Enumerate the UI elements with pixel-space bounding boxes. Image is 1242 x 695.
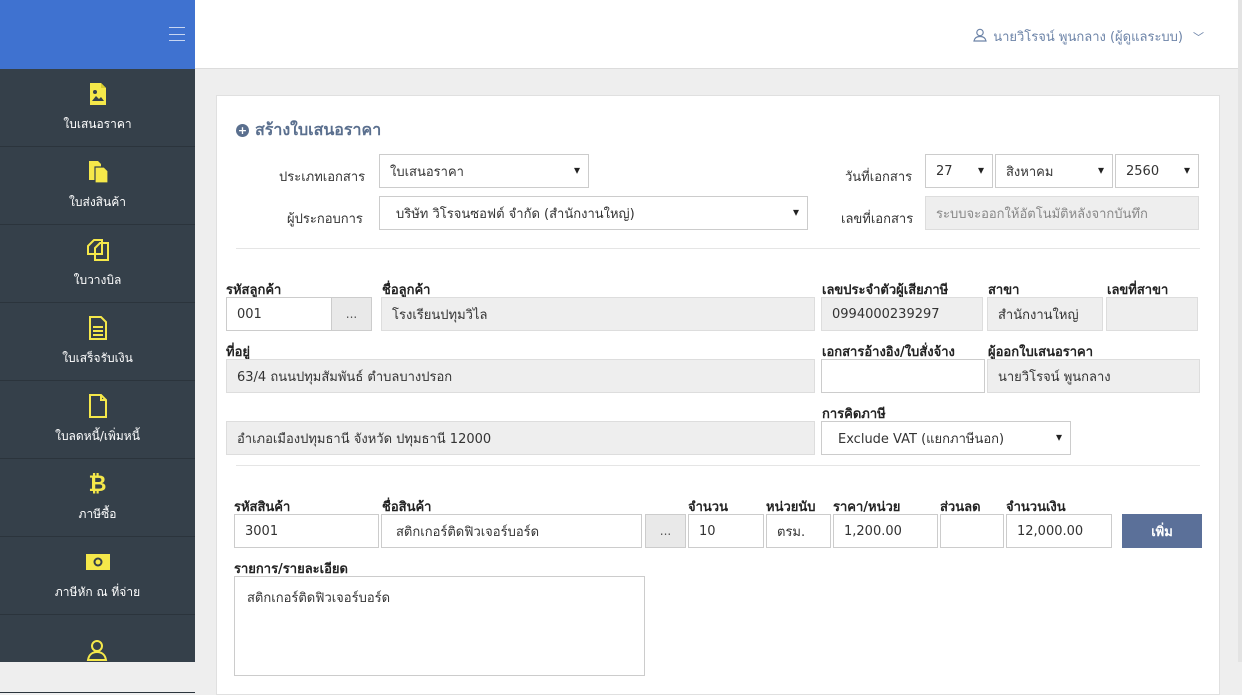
customer-name-value: โรงเรียนปทุมวิไล — [392, 307, 488, 323]
item-code-value: 3001 — [245, 523, 279, 539]
operator-value: บริษัท วิโรจนซอฟต์ จำกัด (สำนักงานใหญ่) — [396, 206, 635, 222]
sidebar-item-debit-credit[interactable]: ใบลดหนี้/เพิ่มหนี้ — [0, 381, 195, 459]
page-scrollbar[interactable] — [1238, 0, 1242, 662]
doc-year-select[interactable]: 2560 — [1115, 154, 1199, 188]
add-item-button[interactable]: เพิ่ม — [1122, 514, 1202, 548]
brand-bar — [0, 0, 195, 69]
issuer-value: นายวิโรจน์ พูนกลาง — [998, 369, 1111, 385]
sidebar-item-label: ภาษีซื้อ — [78, 507, 117, 521]
price-value: 1,200.00 — [844, 523, 902, 539]
user-icon — [973, 28, 987, 46]
sidebar-item-label: ใบลดหนี้/เพิ่มหนี้ — [55, 429, 140, 443]
address-line2-value: อำเภอเมืองปทุมธานี จังหวัด ปทุมธานี 1200… — [237, 431, 492, 447]
doc-date-label: วันที่เอกสาร — [845, 170, 913, 185]
operator-label: ผู้ประกอบการ — [287, 212, 363, 227]
doc-no-label: เลขที่เอกสาร — [841, 212, 914, 227]
amount-input[interactable]: 12,000.00 — [1006, 514, 1112, 548]
doc-no-field: ระบบจะออกให้อัตโนมัติหลังจากบันทึก — [925, 196, 1199, 230]
sidebar-item-label: ใบเสร็จรับเงิน — [62, 351, 133, 365]
qty-value: 10 — [699, 523, 716, 539]
customer-name-field: โรงเรียนปทุมวิไล — [381, 297, 815, 331]
copy-icon — [85, 237, 111, 263]
customer-code-input[interactable]: 001 — [226, 297, 332, 331]
documents-icon — [85, 159, 111, 185]
doc-day-select[interactable]: 27 — [925, 154, 993, 188]
sidebar-item-label: ใบเสนอราคา — [63, 117, 132, 131]
tax-calc-value: Exclude VAT (แยกภาษีนอก) — [838, 431, 1005, 447]
operator-select[interactable]: บริษัท วิโรจนซอฟต์ จำกัด (สำนักงานใหญ่) — [379, 196, 808, 230]
address-line1-value: 63/4 ถนนปทุมสัมพันธ์ ตำบลบางปรอก — [237, 369, 453, 385]
page-title: + สร้างใบเสนอราคา — [236, 118, 381, 143]
doc-no-placeholder: ระบบจะออกให้อัตโนมัติหลังจากบันทึก — [936, 206, 1148, 222]
dots-label: ... — [659, 524, 672, 538]
discount-input[interactable] — [940, 514, 1004, 548]
doc-type-label: ประเภทเอกสาร — [279, 170, 366, 185]
sidebar: ใบเสนอราคา ใบส่งสินค้า ใบวางบิล ใบเสร็จร… — [0, 0, 195, 693]
image-document-icon — [85, 81, 111, 107]
unit-value: ตรม. — [777, 524, 806, 540]
doc-year-value: 2560 — [1126, 163, 1160, 179]
doc-day-value: 27 — [936, 163, 953, 179]
sidebar-item-users[interactable] — [0, 615, 195, 693]
sidebar-item-receipt[interactable]: ใบเสร็จรับเงิน — [0, 303, 195, 381]
ref-doc-input[interactable] — [821, 359, 985, 393]
quotation-form-panel: + สร้างใบเสนอราคา ประเภทเอกสาร ใบเสนอราค… — [216, 95, 1220, 695]
address-line1-field: 63/4 ถนนปทุมสัมพันธ์ ตำบลบางปรอก — [226, 359, 815, 393]
doc-type-select[interactable]: ใบเสนอราคา — [379, 154, 589, 188]
divider — [236, 465, 1200, 466]
item-name-value: สติกเกอร์ติดฟิวเจอร์บอร์ด — [396, 524, 540, 540]
customer-code-value: 001 — [237, 306, 262, 322]
doc-month-value: สิงหาคม — [1006, 164, 1054, 180]
users-icon — [85, 637, 111, 663]
unit-input[interactable]: ตรม. — [766, 514, 831, 548]
price-input[interactable]: 1,200.00 — [833, 514, 938, 548]
issuer-field: นายวิโรจน์ พูนกลาง — [987, 359, 1200, 393]
user-menu[interactable]: นายวิโรจน์ พูนกลาง (ผู้ดูแลระบบ) ﹀ — [973, 26, 1204, 47]
divider — [236, 248, 1200, 249]
blank-document-icon — [85, 393, 111, 419]
sidebar-item-purchase-tax[interactable]: ₿ ภาษีซื้อ — [0, 459, 195, 537]
doc-type-value: ใบเสนอราคา — [390, 164, 464, 180]
plus-circle-icon: + — [236, 124, 249, 137]
bitcoin-icon: ₿ — [88, 472, 107, 497]
item-lookup-button[interactable]: ... — [645, 514, 686, 548]
document-lines-icon — [85, 315, 111, 341]
amount-value: 12,000.00 — [1017, 523, 1084, 539]
sidebar-item-delivery[interactable]: ใบส่งสินค้า — [0, 147, 195, 225]
branch-no-field — [1106, 297, 1198, 331]
add-item-label: เพิ่ม — [1151, 524, 1173, 540]
page-title-text: สร้างใบเสนอราคา — [255, 120, 382, 139]
detail-textarea[interactable]: สติกเกอร์ติดฟิวเจอร์บอร์ด — [234, 576, 645, 676]
qty-input[interactable]: 10 — [688, 514, 764, 548]
customer-lookup-button[interactable]: ... — [331, 297, 372, 331]
sidebar-item-label: ภาษีหัก ณ ที่จ่าย — [54, 585, 141, 599]
branch-value: สำนักงานใหญ่ — [998, 307, 1079, 323]
branch-field: สำนักงานใหญ่ — [987, 297, 1103, 331]
sidebar-item-label: ใบวางบิล — [73, 273, 122, 287]
doc-month-select[interactable]: สิงหาคม — [995, 154, 1113, 188]
user-name: นายวิโรจน์ พูนกลาง (ผู้ดูแลระบบ) — [993, 30, 1183, 45]
money-icon — [85, 549, 111, 575]
sidebar-item-withholding-tax[interactable]: ภาษีหัก ณ ที่จ่าย — [0, 537, 195, 615]
top-bar: นายวิโรจน์ พูนกลาง (ผู้ดูแลระบบ) ﹀ — [195, 0, 1242, 69]
address-line2-field: อำเภอเมืองปทุมธานี จังหวัด ปทุมธานี 1200… — [226, 421, 815, 455]
tax-id-field: 0994000239297 — [821, 297, 983, 331]
item-name-input[interactable]: สติกเกอร์ติดฟิวเจอร์บอร์ด — [381, 514, 642, 548]
tax-id-value: 0994000239297 — [832, 306, 940, 322]
dots-label: ... — [345, 307, 358, 321]
hamburger-menu-icon[interactable] — [169, 27, 185, 41]
sidebar-item-billing[interactable]: ใบวางบิล — [0, 225, 195, 303]
sidebar-item-label: ใบส่งสินค้า — [69, 195, 126, 209]
item-code-input[interactable]: 3001 — [234, 514, 379, 548]
tax-calc-select[interactable]: Exclude VAT (แยกภาษีนอก) — [821, 421, 1071, 455]
detail-value: สติกเกอร์ติดฟิวเจอร์บอร์ด — [247, 591, 391, 606]
chevron-down-icon: ﹀ — [1193, 30, 1204, 44]
sidebar-item-quotation[interactable]: ใบเสนอราคา — [0, 69, 195, 147]
